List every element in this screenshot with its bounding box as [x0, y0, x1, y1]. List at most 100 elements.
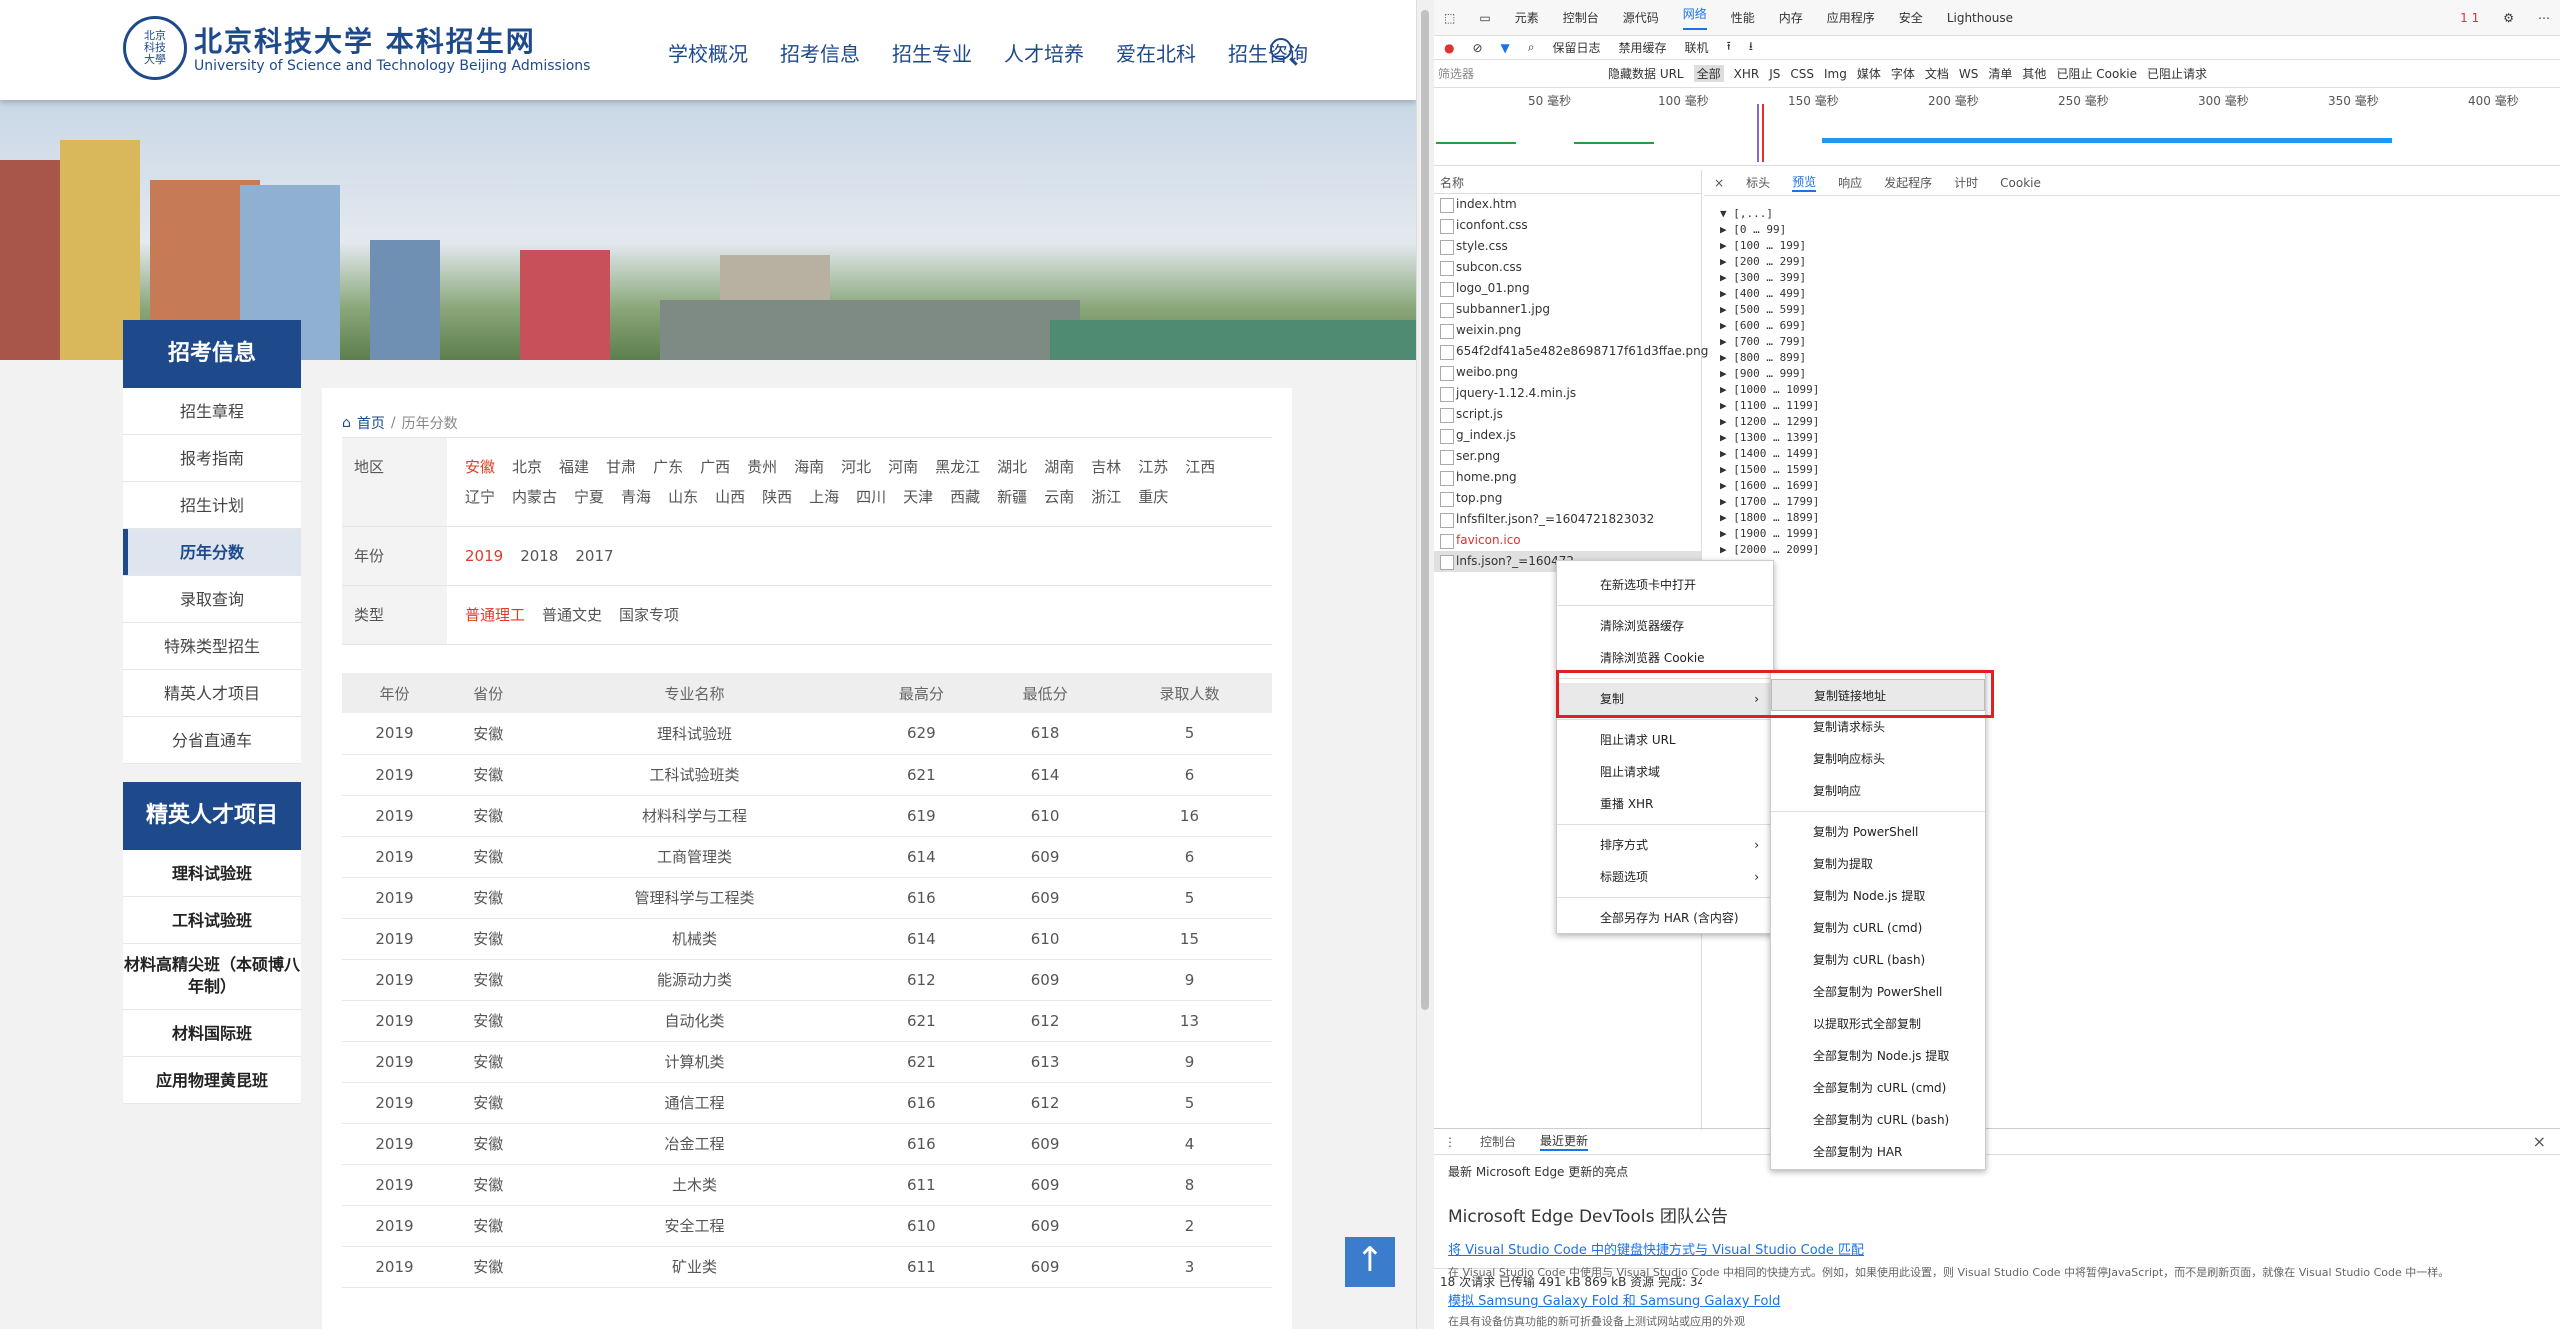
preview-node[interactable]: … 2254]: [1704, 574, 2560, 590]
request-row[interactable]: favicon.ico: [1434, 530, 1701, 551]
table-header[interactable]: 年份: [342, 673, 447, 713]
table-header[interactable]: 最高分: [859, 673, 984, 713]
preview-node[interactable]: ▼ [,...]: [1704, 206, 2560, 222]
type-filter[interactable]: WS: [1959, 67, 1978, 81]
region-option[interactable]: 四川: [856, 482, 886, 512]
menu-item[interactable]: 复制响应: [1771, 775, 1985, 807]
preview-node[interactable]: ▶ [300 … 399]: [1704, 270, 2560, 286]
detail-tab-preview[interactable]: 预览: [1792, 173, 1817, 192]
devtools-tab-network[interactable]: 网络: [1682, 5, 1707, 30]
preserve-log-checkbox[interactable]: 保留日志: [1553, 39, 1601, 56]
sidebar-item[interactable]: 招生章程: [123, 388, 301, 435]
record-icon[interactable]: ●: [1444, 41, 1454, 55]
detail-tab[interactable]: 响应: [1838, 174, 1862, 191]
devtools-tab[interactable]: 应用程序: [1827, 9, 1875, 26]
breadcrumb-home[interactable]: 首页: [357, 413, 385, 433]
drawer-tab-whats-new[interactable]: 最近更新: [1540, 1132, 1589, 1151]
preview-node[interactable]: … 2199]: [1704, 558, 2560, 574]
update-link[interactable]: 将 Visual Studio Code 中的键盘快捷方式与 Visual St…: [1448, 1239, 2546, 1258]
request-row[interactable]: index.htm: [1434, 194, 1701, 215]
sidebar-item[interactable]: 材料高精尖班（本硕博八年制）: [123, 944, 301, 1010]
menu-item[interactable]: 复制为 cURL (cmd): [1771, 912, 1985, 944]
sidebar-item-active[interactable]: 历年分数: [123, 529, 301, 576]
devtools-tab[interactable]: 性能: [1731, 9, 1755, 26]
sidebar-item[interactable]: 理科试验班: [123, 850, 301, 897]
region-option[interactable]: 新疆: [997, 482, 1027, 512]
menu-item[interactable]: 全部复制为 cURL (bash): [1771, 1104, 1985, 1136]
menu-item[interactable]: 全部复制为 cURL (cmd): [1771, 1072, 1985, 1104]
preview-node[interactable]: ▶ [1300 … 1399]: [1704, 430, 2560, 446]
update-link[interactable]: 模拟 Samsung Galaxy Fold 和 Samsung Galaxy …: [1448, 1290, 2546, 1309]
sidebar-item[interactable]: 招生计划: [123, 482, 301, 529]
type-filter[interactable]: 文档: [1925, 65, 1949, 82]
region-option[interactable]: 重庆: [1138, 482, 1168, 512]
devtools-tab[interactable]: 元素: [1515, 9, 1539, 26]
type-filter[interactable]: 媒体: [1857, 65, 1881, 82]
menu-item-block-domain[interactable]: 阻止请求域: [1557, 756, 1773, 788]
preview-node[interactable]: ▶ [900 … 999]: [1704, 366, 2560, 382]
request-row[interactable]: g_index.js: [1434, 425, 1701, 446]
region-option[interactable]: 陕西: [762, 482, 792, 512]
detail-tab[interactable]: 计时: [1954, 174, 1978, 191]
region-option[interactable]: 湖北: [997, 452, 1027, 482]
preview-node[interactable]: ▶ [1600 … 1699]: [1704, 478, 2560, 494]
throttle-select[interactable]: 联机: [1685, 39, 1709, 56]
university-seal-logo[interactable]: 北京 科技 大學: [123, 16, 187, 80]
clear-icon[interactable]: ⊘: [1472, 41, 1482, 55]
region-option[interactable]: 吉林: [1091, 452, 1121, 482]
region-option[interactable]: 江苏: [1138, 452, 1168, 482]
type-filter[interactable]: 清单: [1988, 65, 2012, 82]
name-column-header[interactable]: 名称: [1434, 170, 1701, 194]
region-option[interactable]: 湖南: [1044, 452, 1074, 482]
preview-node[interactable]: ▶ [1100 … 1199]: [1704, 398, 2560, 414]
preview-node[interactable]: ▶ [1700 … 1799]: [1704, 494, 2560, 510]
nav-item[interactable]: 人才培养: [1004, 38, 1084, 67]
type-filter[interactable]: XHR: [1734, 67, 1760, 81]
preview-node[interactable]: ▶ [200 … 299]: [1704, 254, 2560, 270]
year-option[interactable]: 2019: [465, 541, 503, 571]
menu-item-replay-xhr[interactable]: 重播 XHR: [1557, 788, 1773, 820]
menu-item[interactable]: 复制为 cURL (bash): [1771, 944, 1985, 976]
region-option[interactable]: 宁夏: [574, 482, 604, 512]
request-row[interactable]: home.png: [1434, 467, 1701, 488]
type-filter[interactable]: Img: [1824, 67, 1847, 81]
sidebar-item[interactable]: 应用物理黄昆班: [123, 1057, 301, 1104]
menu-item-sort-by[interactable]: 排序方式 ›: [1557, 829, 1773, 861]
network-overview-timeline[interactable]: 50 毫秒 100 毫秒 150 毫秒 200 毫秒 250 毫秒 300 毫秒…: [1434, 88, 2560, 166]
table-header[interactable]: 专业名称: [529, 673, 860, 713]
preview-node[interactable]: ▶ [2000 … 2099]: [1704, 542, 2560, 558]
preview-node[interactable]: ▶ [600 … 699]: [1704, 318, 2560, 334]
back-to-top-button[interactable]: ↑: [1345, 1237, 1395, 1287]
region-option[interactable]: 江西: [1185, 452, 1215, 482]
filter-input[interactable]: 筛选器: [1438, 65, 1598, 82]
region-option[interactable]: 青海: [621, 482, 651, 512]
site-title[interactable]: 北京科技大学 本科招生网: [194, 20, 536, 60]
preview-node[interactable]: ▶ [100 … 199]: [1704, 238, 2560, 254]
region-option[interactable]: 云南: [1044, 482, 1074, 512]
region-option[interactable]: 浙江: [1091, 482, 1121, 512]
request-row[interactable]: script.js: [1434, 404, 1701, 425]
type-filter[interactable]: CSS: [1790, 67, 1814, 81]
export-icon[interactable]: ⭳: [1749, 37, 1753, 58]
region-option[interactable]: 海南: [794, 452, 824, 482]
more-icon[interactable]: ⋮: [1444, 1135, 1456, 1149]
devtools-tab[interactable]: 安全: [1899, 9, 1923, 26]
request-row[interactable]: style.css: [1434, 236, 1701, 257]
close-icon[interactable]: ×: [1714, 176, 1724, 190]
region-option[interactable]: 黑龙江: [935, 452, 980, 482]
year-option[interactable]: 2018: [520, 541, 558, 571]
detail-tab[interactable]: 标头: [1746, 174, 1770, 191]
request-row[interactable]: lnfsfilter.json?_=1604721823032: [1434, 509, 1701, 530]
preview-node[interactable]: ▶ [0 … 99]: [1704, 222, 2560, 238]
request-row[interactable]: iconfont.css: [1434, 215, 1701, 236]
more-icon[interactable]: ⋯: [2538, 11, 2550, 25]
region-option[interactable]: 山东: [668, 482, 698, 512]
menu-item-save-har[interactable]: 全部另存为 HAR (含内容): [1557, 902, 1773, 934]
region-option[interactable]: 贵州: [747, 452, 777, 482]
request-row[interactable]: jquery-1.12.4.min.js: [1434, 383, 1701, 404]
request-row[interactable]: weibo.png: [1434, 362, 1701, 383]
type-filter-all[interactable]: 全部: [1693, 65, 1724, 82]
menu-item[interactable]: 复制为 PowerShell: [1771, 816, 1985, 848]
preview-node[interactable]: ▶ [700 … 799]: [1704, 334, 2560, 350]
request-row[interactable]: top.png: [1434, 488, 1701, 509]
